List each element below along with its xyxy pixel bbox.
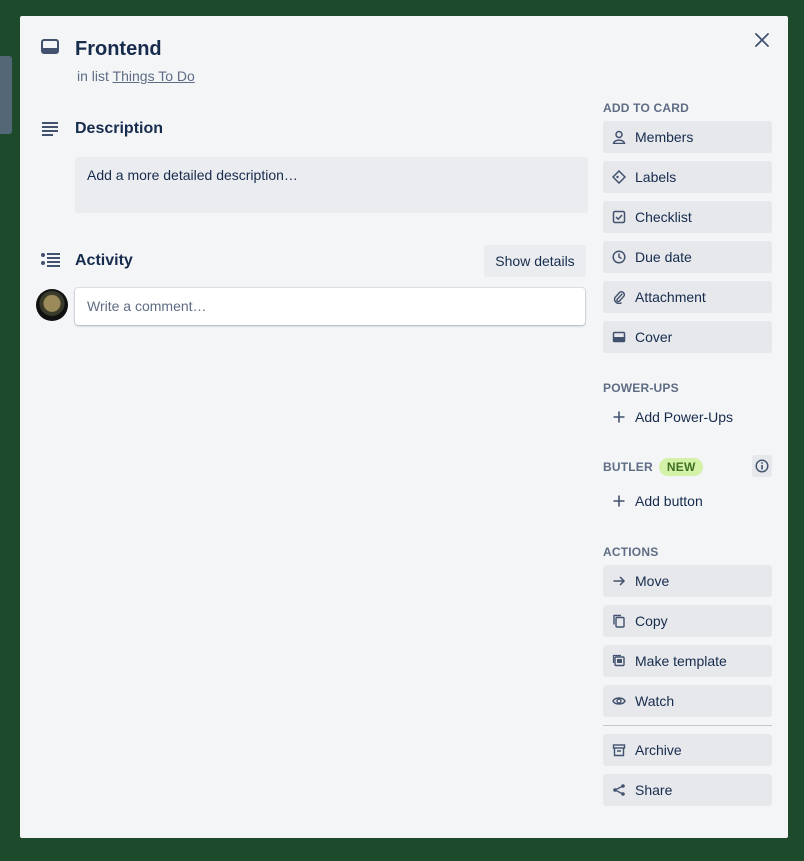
card-title[interactable]: Frontend [75,37,162,61]
move-button[interactable]: Move [603,565,772,597]
butler-heading-label: BUTLER [603,460,653,474]
activity-icon [40,252,62,268]
members-label: Members [635,129,694,145]
template-icon [611,653,627,669]
add-button-label: Add button [635,493,703,509]
checklist-label: Checklist [635,209,692,225]
comment-input[interactable]: Write a comment… [75,288,585,325]
share-label: Share [635,782,673,798]
power-ups-heading: POWER-UPS [603,381,679,395]
attachment-button[interactable]: Attachment [603,281,772,313]
in-list-prefix: in list [77,68,109,84]
card-icon [40,38,60,56]
attachment-label: Attachment [635,289,706,305]
move-label: Move [635,573,670,589]
clock-icon [611,249,627,265]
add-power-ups-button[interactable]: Add Power-Ups [603,401,772,433]
person-icon [611,129,627,145]
copy-icon [611,613,627,629]
actions-heading: ACTIONS [603,545,659,559]
new-badge: NEW [658,458,704,476]
card-detail-modal: Frontend in list Things To Do Descriptio… [20,16,788,838]
list-breadcrumb: in list Things To Do [77,68,195,84]
archive-button[interactable]: Archive [603,734,772,766]
add-butler-button[interactable]: Add button [603,485,772,517]
archive-icon [611,742,627,758]
cover-icon [611,329,627,345]
avatar[interactable] [36,289,68,321]
eye-icon [611,693,627,709]
close-icon[interactable] [750,28,774,52]
copy-button[interactable]: Copy [603,605,772,637]
checklist-button[interactable]: Checklist [603,201,772,233]
labels-label: Labels [635,169,677,185]
description-icon [40,121,60,137]
actions-divider [603,725,772,726]
info-icon[interactable] [752,455,772,477]
labels-button[interactable]: Labels [603,161,772,193]
watch-button[interactable]: Watch [603,685,772,717]
butler-heading: BUTLER NEW [603,458,704,476]
activity-heading: Activity [75,252,133,269]
add-to-card-heading: ADD TO CARD [603,101,689,115]
show-details-button[interactable]: Show details [484,245,586,277]
description-input[interactable]: Add a more detailed description… [75,157,588,213]
arrow-right-icon [611,573,627,589]
cover-button[interactable]: Cover [603,321,772,353]
make-template-label: Make template [635,653,727,669]
cover-label: Cover [635,329,673,345]
copy-label: Copy [635,613,668,629]
due-date-label: Due date [635,249,692,265]
due-date-button[interactable]: Due date [603,241,772,273]
list-link[interactable]: Things To Do [113,68,195,84]
paperclip-icon [611,289,627,305]
share-button[interactable]: Share [603,774,772,806]
share-icon [611,782,627,798]
members-button[interactable]: Members [603,121,772,153]
description-heading: Description [75,120,164,137]
checkbox-icon [611,209,627,225]
archive-label: Archive [635,742,682,758]
add-power-ups-label: Add Power-Ups [635,409,734,425]
plus-icon [611,493,627,509]
watch-label: Watch [635,693,675,709]
plus-icon [611,409,627,425]
board-list-edge [0,56,12,134]
tag-icon [611,169,627,185]
make-template-button[interactable]: Make template [603,645,772,677]
